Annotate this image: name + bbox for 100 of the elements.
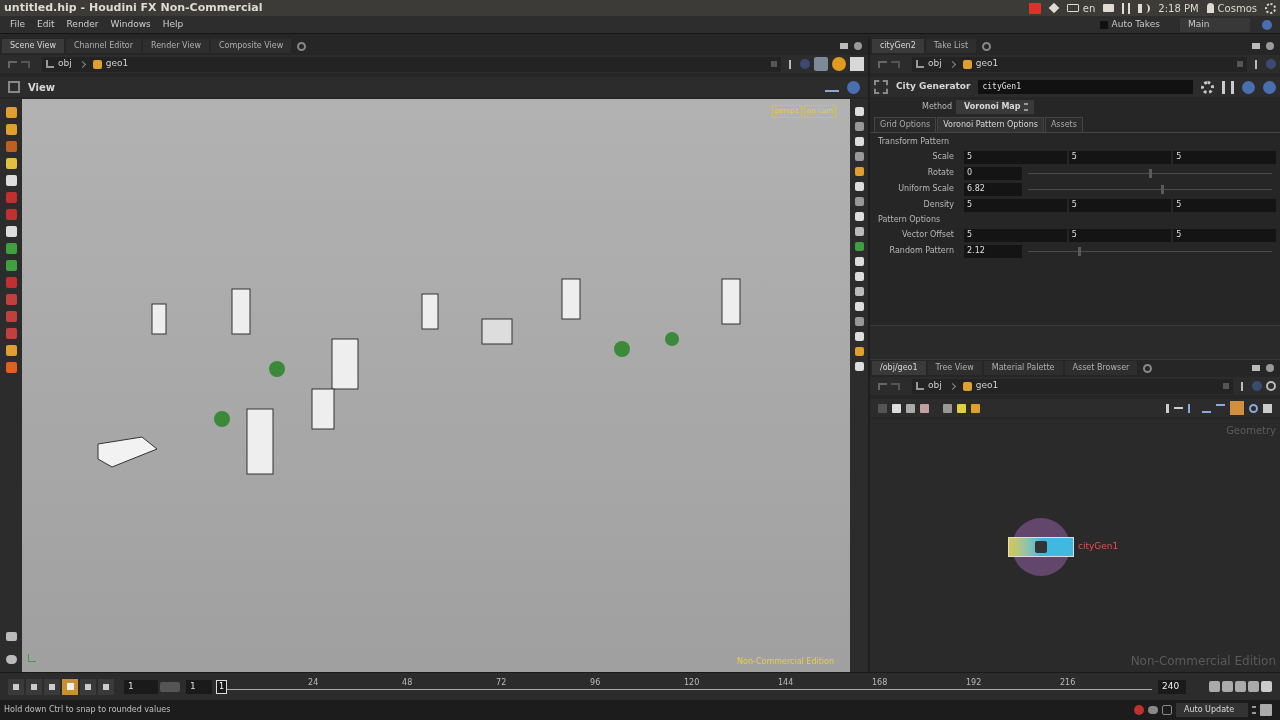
tick-label: 24 bbox=[308, 676, 319, 689]
menu-item[interactable]: Help bbox=[160, 17, 186, 32]
tool-icon[interactable] bbox=[5, 243, 17, 254]
display-options-icon[interactable] bbox=[1266, 381, 1276, 391]
pane-tab[interactable]: /obj/geo1 bbox=[872, 361, 926, 375]
network-node-icon bbox=[916, 60, 924, 68]
user-name[interactable]: Cosmos bbox=[1217, 0, 1257, 16]
tool-icon[interactable] bbox=[5, 175, 17, 186]
slider-track[interactable] bbox=[1028, 244, 1272, 258]
pane-tab[interactable]: cityGen2 bbox=[872, 39, 924, 53]
tool-icon[interactable] bbox=[5, 260, 17, 271]
node-name-field[interactable]: cityGen1 bbox=[978, 80, 1193, 94]
tick-label: 72 bbox=[496, 676, 507, 689]
keyboard-icon[interactable] bbox=[1066, 4, 1079, 12]
tool-icon[interactable] bbox=[5, 655, 17, 664]
language-indicator[interactable]: en bbox=[1082, 0, 1096, 16]
number-field[interactable]: 6.82 bbox=[964, 182, 1022, 196]
tool-icon[interactable] bbox=[5, 632, 17, 641]
mail-icon[interactable] bbox=[1103, 4, 1115, 12]
path-field[interactable]: obj geo1 bbox=[912, 378, 1233, 394]
path-segment[interactable]: obj bbox=[928, 57, 942, 71]
path-segment[interactable]: geo1 bbox=[975, 379, 999, 393]
method-dropdown[interactable]: Voronoi Map bbox=[956, 100, 1034, 114]
section-heading: Pattern Options bbox=[877, 214, 942, 226]
pane-tab[interactable]: Composite View bbox=[211, 39, 292, 53]
pane-tab[interactable]: Material Palette bbox=[983, 361, 1063, 375]
number-field[interactable]: 2.12 bbox=[964, 244, 1022, 258]
tool-icon[interactable] bbox=[5, 345, 17, 356]
pane-tab[interactable]: Render View bbox=[143, 39, 209, 53]
field-label: Vector Offset bbox=[900, 229, 955, 241]
number-field[interactable]: 5 bbox=[1173, 198, 1276, 212]
menu-item[interactable]: Edit bbox=[35, 17, 57, 32]
field-label: Density bbox=[922, 199, 955, 211]
playback-option-icon[interactable] bbox=[1261, 681, 1272, 692]
tick-label: 144 bbox=[778, 676, 794, 689]
number-field[interactable]: 5 bbox=[964, 228, 1067, 242]
take-dropdown[interactable]: Main bbox=[1180, 17, 1250, 32]
tick-label: 120 bbox=[684, 676, 700, 689]
frame-field[interactable]: 1 bbox=[124, 679, 158, 694]
pane-tab[interactable]: Take List bbox=[925, 39, 977, 53]
frame-marker[interactable]: 1 bbox=[216, 679, 228, 694]
number-field[interactable]: 5 bbox=[964, 150, 1067, 164]
stop-icon[interactable] bbox=[62, 678, 78, 695]
slider-thumb[interactable] bbox=[1078, 246, 1082, 256]
folder-tab[interactable]: Voronoi Pattern Options bbox=[937, 117, 1044, 132]
playback-option-icon[interactable] bbox=[1209, 681, 1220, 692]
field-label: Rotate bbox=[926, 167, 955, 179]
slider-thumb[interactable] bbox=[1149, 168, 1152, 178]
clock[interactable]: 2:18 PM bbox=[1158, 0, 1199, 16]
menu-item[interactable]: File bbox=[8, 17, 28, 32]
network-node-icon bbox=[916, 382, 924, 390]
pane-tab[interactable]: Tree View bbox=[927, 361, 982, 375]
tick-label: 168 bbox=[872, 676, 888, 689]
number-field[interactable]: 5 bbox=[964, 198, 1067, 212]
record-indicator-icon bbox=[1028, 2, 1041, 14]
slider-track[interactable] bbox=[1028, 182, 1272, 196]
field-label: Scale bbox=[931, 151, 955, 163]
pane-tab[interactable]: Asset Browser bbox=[1064, 361, 1138, 375]
folder-tab[interactable]: Grid Options bbox=[874, 117, 937, 132]
tool-icon[interactable] bbox=[5, 124, 17, 135]
path-field[interactable]: obj geo1 bbox=[912, 56, 1247, 72]
slider-thumb[interactable] bbox=[1161, 184, 1165, 194]
pane-tab[interactable]: Channel Editor bbox=[65, 39, 141, 53]
playback-option-icon[interactable] bbox=[1222, 681, 1233, 692]
frame-field[interactable]: 240 bbox=[1158, 679, 1186, 694]
number-field[interactable]: 5 bbox=[1068, 150, 1172, 164]
tool-icon[interactable] bbox=[5, 226, 17, 237]
menu-item[interactable]: Windows bbox=[108, 17, 153, 32]
path-segment[interactable]: obj bbox=[928, 379, 942, 393]
timeline-track[interactable]: 1 24 48 72 96 120 144 168 192 216 bbox=[216, 674, 1152, 699]
path-field[interactable]: obj geo1 bbox=[42, 56, 781, 72]
path-segment[interactable]: geo1 bbox=[975, 57, 999, 71]
view-title: View bbox=[28, 80, 55, 95]
pane-tab[interactable]: Scene View bbox=[2, 39, 64, 53]
slider-track[interactable] bbox=[1028, 166, 1272, 180]
auto-takes-checkbox[interactable] bbox=[1099, 20, 1108, 29]
folder-tab[interactable]: Assets bbox=[1044, 117, 1083, 132]
playback-option-icon[interactable] bbox=[1248, 681, 1259, 692]
number-field[interactable]: 5 bbox=[1173, 228, 1276, 242]
user-icon bbox=[1206, 3, 1214, 13]
frame-field[interactable]: 1 bbox=[186, 679, 212, 694]
record-icon[interactable] bbox=[1134, 705, 1144, 715]
node-label[interactable]: cityGen1 bbox=[1078, 540, 1119, 554]
number-field[interactable]: 5 bbox=[1173, 150, 1276, 164]
network-node[interactable] bbox=[1008, 518, 1074, 576]
menu-item[interactable]: Render bbox=[64, 17, 101, 32]
number-field[interactable]: 5 bbox=[1068, 228, 1172, 242]
path-segment[interactable]: obj bbox=[58, 57, 72, 71]
light-icon[interactable] bbox=[832, 57, 846, 71]
node-type-label: City Generator bbox=[896, 80, 971, 94]
checkbox-label: Auto Takes bbox=[1111, 17, 1160, 31]
tool-icon[interactable] bbox=[5, 158, 17, 169]
number-field[interactable]: 5 bbox=[1068, 198, 1172, 212]
number-field[interactable]: 0 bbox=[964, 166, 1022, 180]
update-mode-dropdown[interactable]: Auto Update bbox=[1176, 703, 1248, 717]
section-heading: Transform Pattern bbox=[877, 136, 951, 148]
tool-icon[interactable] bbox=[5, 107, 17, 118]
path-segment[interactable]: geo1 bbox=[105, 57, 129, 71]
network-node-icon bbox=[46, 60, 54, 68]
playback-option-icon[interactable] bbox=[1235, 681, 1246, 692]
